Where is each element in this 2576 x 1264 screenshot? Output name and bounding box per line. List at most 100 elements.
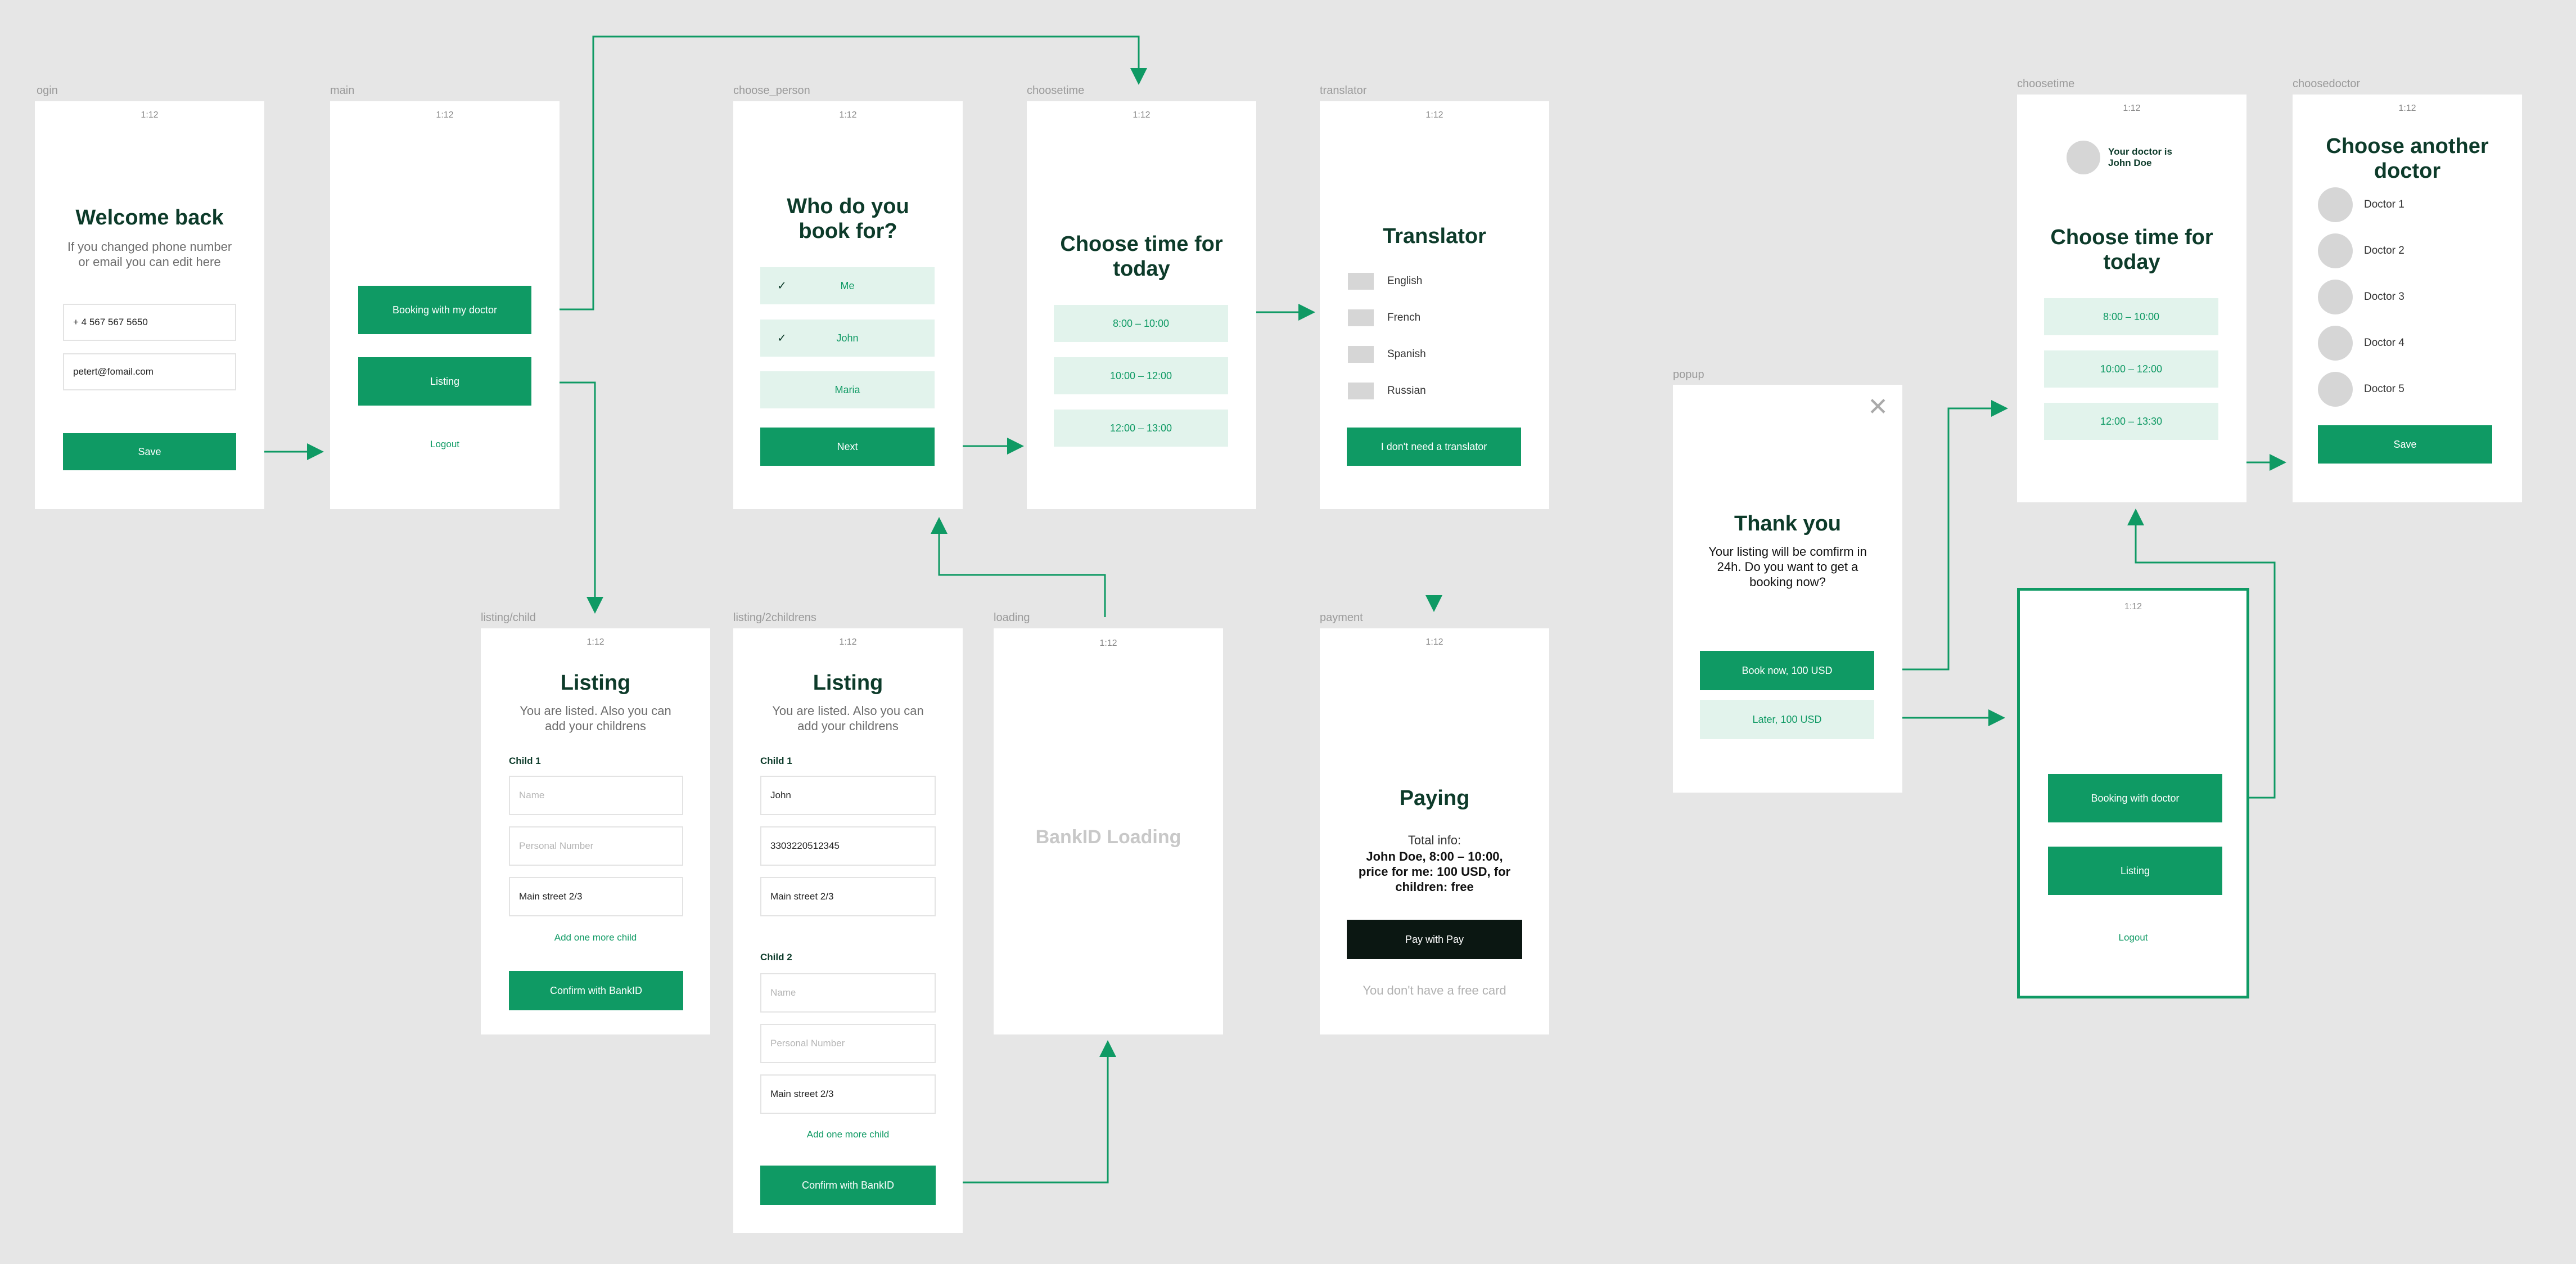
apple-pay-button[interactable]: Pay with Pay [1347, 920, 1522, 959]
frame-label-choose-person: choose_person [733, 84, 810, 97]
status-time: 1:12 [1133, 110, 1151, 120]
child1-name-field[interactable]: John [760, 776, 936, 815]
doctor-option[interactable]: Doctor 3 [2318, 280, 2404, 314]
booking-button[interactable]: Booking with doctor [2048, 774, 2222, 822]
later-button[interactable]: Later, 100 USD [1700, 700, 1874, 739]
add-child-link[interactable]: Add one more child [733, 1129, 963, 1140]
status-time: 1:12 [839, 637, 857, 647]
listing-button[interactable]: Listing [358, 357, 531, 406]
doctor-option[interactable]: Doctor 1 [2318, 187, 2404, 222]
checkbox[interactable] [1348, 383, 1374, 399]
logout-link[interactable]: Logout [330, 439, 560, 450]
confirm-bankid-button[interactable]: Confirm with BankID [760, 1166, 936, 1205]
login-screen: 1:12 Welcome back If you changed phone n… [35, 101, 264, 509]
avatar [2318, 233, 2353, 268]
no-translator-button[interactable]: I don't need a translator [1347, 428, 1521, 466]
option-label: John [836, 332, 859, 344]
page-title: Choose time for today [2050, 226, 2213, 274]
status-time: 1:12 [141, 110, 159, 120]
bankid-loading-text: BankID Loading [1035, 826, 1181, 848]
checkbox[interactable] [1348, 346, 1374, 363]
check-icon: ✓ [777, 280, 787, 293]
address-field[interactable]: Main street 2/3 [509, 877, 683, 916]
confirm-bankid-button[interactable]: Confirm with BankID [509, 971, 683, 1010]
time-slot[interactable]: 8:00 – 10:00 [1054, 305, 1228, 342]
next-button[interactable]: Next [760, 428, 935, 466]
free-card-text: You don't have a free card [1363, 983, 1506, 997]
personal-number-field[interactable]: Personal Number [509, 826, 683, 866]
book-now-button[interactable]: Book now, 100 USD [1700, 651, 1874, 690]
doctor-option[interactable]: Doctor 5 [2318, 372, 2404, 407]
payment-screen: 1:12 Paying Total info: John Doe, 8:00 –… [1320, 628, 1549, 1034]
status-time: 1:12 [2124, 602, 2142, 611]
time-slot[interactable]: 12:00 – 13:00 [1054, 410, 1228, 447]
page-title: Choose time for today [1060, 232, 1223, 281]
frame-label-popup: popup [1673, 368, 1704, 381]
listing-button[interactable]: Listing [2048, 847, 2222, 895]
save-button[interactable]: Save [2318, 425, 2492, 464]
language-option[interactable]: English [1348, 273, 1422, 290]
status-time: 1:12 [1425, 110, 1443, 120]
close-icon[interactable]: ✕ [1867, 395, 1888, 420]
person-option-john[interactable]: ✓ John [760, 320, 935, 357]
checkbox[interactable] [1348, 309, 1374, 326]
child1-label: Child 1 [760, 755, 792, 766]
time-slot[interactable]: 8:00 – 10:00 [2044, 298, 2218, 335]
page-title: Listing [560, 671, 631, 695]
child1-personal-field[interactable]: 3303220512345 [760, 826, 936, 866]
language-option[interactable]: Spanish [1348, 346, 1426, 363]
avatar [2318, 187, 2353, 222]
status-time: 1:12 [2123, 104, 2141, 113]
translator-screen: 1:12 Translator English French Spanish R… [1320, 101, 1549, 509]
status-time: 1:12 [839, 110, 857, 120]
language-label: Spanish [1387, 348, 1426, 360]
status-time: 1:12 [1099, 638, 1117, 648]
checkbox[interactable] [1348, 273, 1374, 290]
choose-person-screen: 1:12 Who do you book for? ✓ Me ✓ John Ma… [733, 101, 963, 509]
language-option[interactable]: French [1348, 309, 1420, 326]
child2-personal-field[interactable]: Personal Number [760, 1024, 936, 1063]
doctor-option[interactable]: Doctor 2 [2318, 233, 2404, 268]
child2-address-field[interactable]: Main street 2/3 [760, 1074, 936, 1114]
doctor-name: Doctor 3 [2364, 291, 2404, 303]
doctor-info[interactable]: Your doctor is John Doe [2108, 146, 2192, 169]
frame-label-login: ogin [37, 84, 58, 97]
frame-label-choose-time-2: choosetime [2017, 78, 2075, 90]
frame-label-choose-time: choosetime [1027, 84, 1085, 97]
logout-link[interactable]: Logout [2020, 932, 2246, 943]
phone-field[interactable]: + 4 567 567 5650 [63, 304, 236, 341]
save-button[interactable]: Save [63, 433, 236, 470]
status-time: 1:12 [2398, 104, 2416, 113]
choose-time-doctor-screen: 1:12 Your doctor is John Doe Choose time… [2017, 95, 2246, 502]
doctor-name: Doctor 2 [2364, 245, 2404, 257]
page-title: Translator [1383, 224, 1486, 248]
child2-name-field[interactable]: Name [760, 973, 936, 1013]
frame-label-choose-doctor: choosedoctor [2293, 78, 2361, 90]
time-slot[interactable]: 12:00 – 13:30 [2044, 403, 2218, 440]
login-subtitle: If you changed phone number or email you… [67, 240, 232, 269]
total-info-label: Total info: [1407, 833, 1461, 847]
listing-child-screen: 1:12 Listing You are listed. Also you ca… [481, 628, 710, 1034]
email-field[interactable]: petert@fomail.com [63, 353, 236, 390]
child1-address-field[interactable]: Main street 2/3 [760, 877, 936, 916]
time-slot[interactable]: 10:00 – 12:00 [2044, 350, 2218, 388]
time-slot[interactable]: 10:00 – 12:00 [1054, 357, 1228, 394]
name-field[interactable]: Name [509, 776, 683, 815]
status-time: 1:12 [436, 110, 454, 120]
language-option[interactable]: Russian [1348, 383, 1426, 399]
doctor-option[interactable]: Doctor 4 [2318, 326, 2404, 361]
add-child-link[interactable]: Add one more child [481, 932, 710, 943]
booking-button[interactable]: Booking with my doctor [358, 286, 531, 334]
check-icon: ✓ [777, 332, 787, 345]
frame-label-loading: loading [994, 611, 1030, 624]
main-screen: 1:12 Booking with my doctor Listing Logo… [330, 101, 560, 509]
choose-doctor-screen: 1:12 Choose another doctor Doctor 1 Doct… [2293, 95, 2522, 502]
page-title: Welcome back [75, 206, 224, 230]
popup-body: Your listing will be comfirm in 24h. Do … [1708, 545, 1867, 589]
listing-subtitle: You are listed. Also you can add your ch… [772, 704, 924, 733]
main-screen-selected: 1:12 Booking with doctor Listing Logout [2017, 588, 2249, 998]
person-option-me[interactable]: ✓ Me [760, 267, 935, 304]
person-option-maria[interactable]: Maria [760, 371, 935, 408]
language-label: Russian [1387, 385, 1426, 397]
page-title: Who do you book for? [787, 195, 909, 243]
